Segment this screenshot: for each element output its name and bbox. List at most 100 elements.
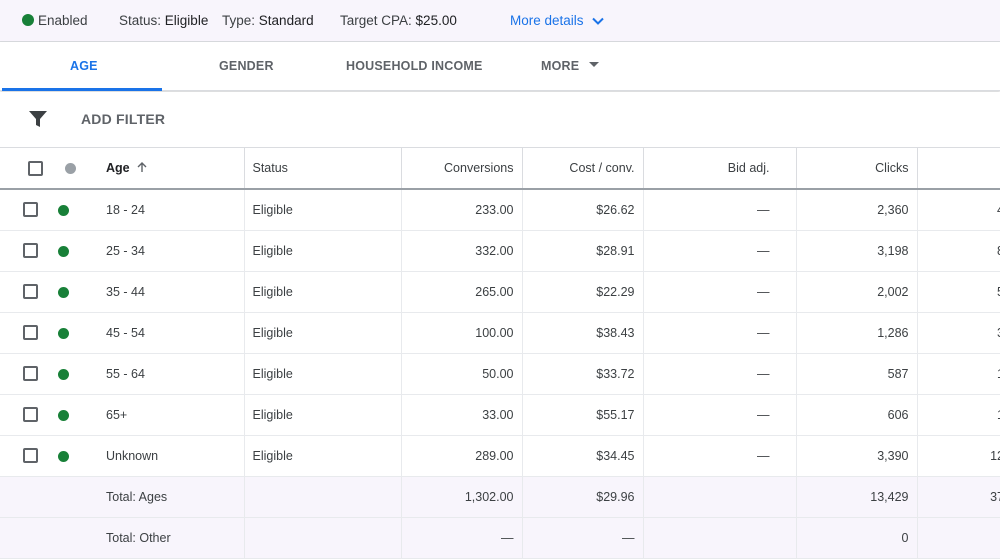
- cell-extra: 5: [916, 271, 1000, 313]
- table-row[interactable]: 25 - 34Eligible332.00$28.91—3,1988: [0, 230, 1000, 272]
- table-row[interactable]: 45 - 54Eligible100.00$38.43—1,2863: [0, 312, 1000, 354]
- row-checkbox-cell: [0, 189, 48, 231]
- cell-conversions: 265.00: [400, 271, 522, 313]
- total-empty-cell: [243, 476, 401, 518]
- cell-bid-adj[interactable]: —: [642, 394, 796, 436]
- table-row[interactable]: 55 - 64Eligible50.00$33.72—5871: [0, 353, 1000, 395]
- row-checkbox[interactable]: [23, 366, 38, 382]
- cell-age: 55 - 64: [82, 353, 244, 395]
- cell-age: 65+: [82, 394, 244, 436]
- cell-status: Eligible: [243, 353, 401, 395]
- row-checkbox[interactable]: [23, 243, 38, 259]
- column-header-status[interactable]: Status: [243, 148, 401, 190]
- cell-total-conversions: 1,302.00: [400, 476, 522, 518]
- cell-bid-adj[interactable]: —: [642, 271, 796, 313]
- header-checkbox-cell: [0, 148, 48, 190]
- cell-age: 25 - 34: [82, 230, 244, 272]
- cell-cost-conv: $26.62: [521, 189, 643, 231]
- cell-status: Eligible: [243, 312, 401, 354]
- status-dot-icon: [58, 450, 69, 462]
- cell-bid-adj[interactable]: —: [642, 230, 796, 272]
- total-empty-cell: [48, 517, 82, 559]
- row-checkbox-cell: [0, 435, 48, 477]
- cell-age: 45 - 54: [82, 312, 244, 354]
- filter-icon[interactable]: [29, 110, 47, 128]
- cell-conversions: 33.00: [400, 394, 522, 436]
- cell-conversions: 100.00: [400, 312, 522, 354]
- column-header-cost-conv[interactable]: Cost / conv.: [521, 148, 643, 190]
- row-status-dot-cell: [48, 435, 82, 477]
- tab-more[interactable]: MORE: [541, 59, 579, 73]
- chevron-down-icon[interactable]: [591, 14, 605, 28]
- add-filter-button[interactable]: ADD FILTER: [81, 111, 165, 127]
- status-dot-icon: [58, 409, 69, 421]
- cell-bid-adj[interactable]: —: [642, 312, 796, 354]
- row-status-dot-cell: [48, 230, 82, 272]
- select-all-checkbox[interactable]: [28, 160, 43, 176]
- cell-extra-value: 12: [990, 448, 1000, 463]
- row-checkbox[interactable]: [23, 325, 38, 341]
- cell-extra: 8: [916, 230, 1000, 272]
- total-empty-cell: [0, 517, 48, 559]
- column-header-age[interactable]: Age: [82, 148, 244, 190]
- caret-down-icon[interactable]: [589, 62, 599, 67]
- cell-status: Eligible: [243, 189, 401, 231]
- column-header-age-label: Age: [106, 161, 130, 175]
- column-header-clicks[interactable]: Clicks: [795, 148, 917, 190]
- cell-age: 35 - 44: [82, 271, 244, 313]
- sort-up-arrow-icon: [137, 162, 147, 172]
- more-details-link[interactable]: More details: [510, 13, 584, 28]
- cell-conversions: 332.00: [400, 230, 522, 272]
- cell-extra: 1: [916, 353, 1000, 395]
- row-status-dot-cell: [48, 394, 82, 436]
- tab-gender[interactable]: GENDER: [219, 59, 274, 73]
- cell-conversions: 50.00: [400, 353, 522, 395]
- row-checkbox-cell: [0, 353, 48, 395]
- cell-clicks: 2,002: [795, 271, 917, 313]
- cell-bid-adj[interactable]: —: [642, 353, 796, 395]
- cell-cost-conv: $28.91: [521, 230, 643, 272]
- cell-total-bid-adj: [642, 476, 796, 518]
- status-dot-icon: [58, 327, 69, 339]
- table-header-row: Age Status Conversions Cost / conv. Bid …: [0, 148, 1000, 190]
- enabled-label: Enabled: [38, 13, 88, 28]
- cell-total-label: Total: Ages: [82, 476, 244, 518]
- row-checkbox[interactable]: [23, 284, 38, 300]
- row-checkbox[interactable]: [23, 407, 38, 423]
- tab-bar: AGE GENDER HOUSEHOLD INCOME MORE: [0, 42, 1000, 91]
- row-checkbox-cell: [0, 230, 48, 272]
- status-field: Status: Eligible: [119, 13, 208, 28]
- cell-bid-adj[interactable]: —: [642, 435, 796, 477]
- column-header-bid-adj[interactable]: Bid adj.: [642, 148, 796, 190]
- cell-total-clicks: 13,429: [795, 476, 917, 518]
- row-status-dot-cell: [48, 271, 82, 313]
- status-dot-icon: [58, 368, 69, 380]
- row-checkbox-cell: [0, 271, 48, 313]
- cell-bid-adj[interactable]: —: [642, 189, 796, 231]
- column-header-conversions[interactable]: Conversions: [400, 148, 522, 190]
- tab-household-income[interactable]: HOUSEHOLD INCOME: [346, 59, 483, 73]
- header-status-dot-cell: [48, 148, 82, 190]
- row-checkbox[interactable]: [23, 202, 38, 218]
- cell-total-label: Total: Other: [82, 517, 244, 559]
- cell-cost-conv: $34.45: [521, 435, 643, 477]
- total-empty-cell: [243, 517, 401, 559]
- cell-extra: 4: [916, 189, 1000, 231]
- table-row[interactable]: UnknownEligible289.00$34.45—3,390 12: [0, 435, 1000, 477]
- row-checkbox-cell: [0, 312, 48, 354]
- table-row[interactable]: 65+Eligible33.00$55.17—6061: [0, 394, 1000, 436]
- cell-cost-conv: $55.17: [521, 394, 643, 436]
- cell-status: Eligible: [243, 435, 401, 477]
- table-row[interactable]: 35 - 44Eligible265.00$22.29—2,0025: [0, 271, 1000, 313]
- cell-extra: 3: [916, 312, 1000, 354]
- cell-cost-conv: $33.72: [521, 353, 643, 395]
- row-checkbox[interactable]: [23, 448, 38, 464]
- total-row: Total: Ages 1,302.00$29.96 13,429 37: [0, 476, 1000, 518]
- status-dot-icon: [58, 245, 69, 257]
- tab-age[interactable]: AGE: [70, 59, 98, 73]
- row-status-dot-cell: [48, 189, 82, 231]
- active-tab-indicator: [2, 88, 162, 91]
- cell-age: 18 - 24: [82, 189, 244, 231]
- cell-age: Unknown: [82, 435, 244, 477]
- table-row[interactable]: 18 - 24Eligible233.00$26.62—2,3604: [0, 189, 1000, 231]
